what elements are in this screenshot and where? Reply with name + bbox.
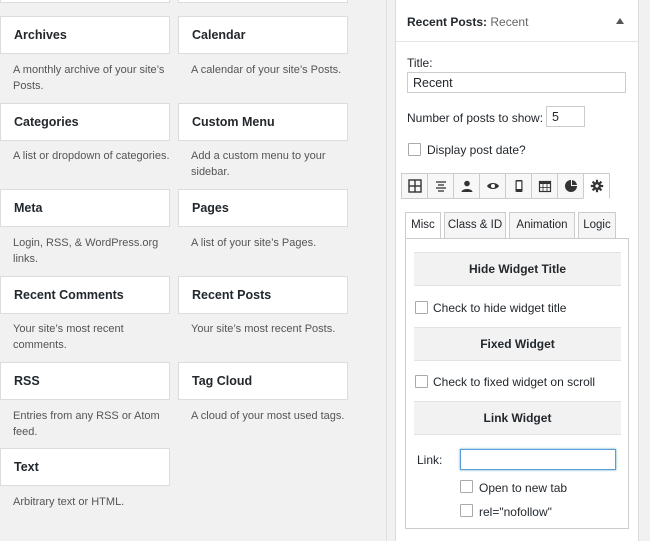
widget-desc: A calendar of your site’s Posts. <box>191 64 342 76</box>
widget-title: Text <box>14 460 39 474</box>
title-label: Title: <box>407 56 433 70</box>
widget-clipped-above <box>0 0 170 3</box>
widget-desc: A list of your site’s Pages. <box>191 237 317 249</box>
align-center-icon[interactable] <box>427 173 454 199</box>
widget-desc: Entries from any RSS or Atom feed. <box>13 410 160 438</box>
fixed-widget-checkbox[interactable] <box>415 375 428 388</box>
widget-categories[interactable]: Categories <box>0 103 170 141</box>
hide-title-label: Check to hide widget title <box>433 301 567 315</box>
widget-meta[interactable]: Meta <box>0 189 170 227</box>
widget-title: Tag Cloud <box>192 374 253 388</box>
widget-desc: A list or dropdown of categories. <box>13 150 170 162</box>
widget-title: Meta <box>14 201 43 215</box>
hide-title-checkbox[interactable] <box>415 301 428 314</box>
widget-clipped-above <box>178 0 348 3</box>
widget-pages[interactable]: Pages <box>178 189 348 227</box>
fixed-widget-label: Check to fixed widget on scroll <box>433 375 596 389</box>
widget-title: RSS <box>14 374 40 388</box>
widget-instance-name: Recent <box>490 15 529 29</box>
collapse-arrow-icon[interactable] <box>616 18 624 24</box>
widget-settings-panel: Recent Posts: Recent Title: Number of po… <box>395 0 639 541</box>
nofollow-checkbox[interactable] <box>460 504 473 517</box>
widget-title: Categories <box>14 115 79 129</box>
widget-desc: Your site’s most recent Posts. <box>191 323 336 335</box>
widget-calendar[interactable]: Calendar <box>178 16 348 54</box>
title-input[interactable] <box>407 72 626 93</box>
widget-title: Calendar <box>192 28 246 42</box>
column-divider <box>386 0 387 541</box>
widget-recent-posts[interactable]: Recent Posts <box>178 276 348 314</box>
widget-desc: Arbitrary text or HTML. <box>13 496 125 508</box>
num-posts-input[interactable] <box>546 106 585 127</box>
display-date-label: Display post date? <box>427 143 526 157</box>
widget-desc: Your site’s most recent comments. <box>13 323 124 351</box>
widget-custom-menu[interactable]: Custom Menu <box>178 103 348 141</box>
nofollow-label: rel="nofollow" <box>479 505 552 519</box>
widget-title: Archives <box>14 28 67 42</box>
widget-type: Recent Posts: <box>407 15 488 29</box>
link-input[interactable] <box>460 449 616 470</box>
hide-title-section-header: Hide Widget Title <box>414 252 621 286</box>
widget-desc: Login, RSS, & WordPress.org links. <box>13 237 159 265</box>
display-date-checkbox[interactable] <box>408 143 421 156</box>
tab-class-id[interactable]: Class & ID <box>444 212 506 239</box>
num-posts-label: Number of posts to show: <box>407 111 544 125</box>
tab-animation[interactable]: Animation <box>509 212 575 239</box>
widget-tag-cloud[interactable]: Tag Cloud <box>178 362 348 400</box>
widget-title: Recent Comments <box>14 288 124 302</box>
grid-icon[interactable] <box>401 173 428 199</box>
user-icon[interactable] <box>453 173 480 199</box>
palette-icon[interactable] <box>557 173 584 199</box>
widget-header[interactable]: Recent Posts: Recent <box>396 0 638 42</box>
widget-text[interactable]: Text <box>0 448 170 486</box>
calendar-icon[interactable] <box>531 173 558 199</box>
widget-archives[interactable]: Archives <box>0 16 170 54</box>
tab-logic[interactable]: Logic <box>578 212 616 239</box>
widget-recent-comments[interactable]: Recent Comments <box>0 276 170 314</box>
gear-icon[interactable] <box>583 173 610 199</box>
widget-title: Recent Posts <box>192 288 272 302</box>
widget-desc: Add a custom menu to your sidebar. <box>191 150 326 178</box>
widget-desc: A monthly archive of your site’s Posts. <box>13 64 165 92</box>
fixed-widget-section-header: Fixed Widget <box>414 327 621 361</box>
new-tab-label: Open to new tab <box>479 481 568 495</box>
widget-desc: A cloud of your most used tags. <box>191 410 345 422</box>
tab-misc[interactable]: Misc <box>405 212 441 239</box>
mobile-icon[interactable] <box>505 173 532 199</box>
new-tab-checkbox[interactable] <box>460 480 473 493</box>
link-label: Link: <box>417 453 443 467</box>
widget-title: Custom Menu <box>192 115 275 129</box>
widget-title: Pages <box>192 201 229 215</box>
eye-icon[interactable] <box>479 173 506 199</box>
widget-rss[interactable]: RSS <box>0 362 170 400</box>
widget-header-title: Recent Posts: Recent <box>407 15 528 29</box>
link-widget-section-header: Link Widget <box>414 401 621 435</box>
